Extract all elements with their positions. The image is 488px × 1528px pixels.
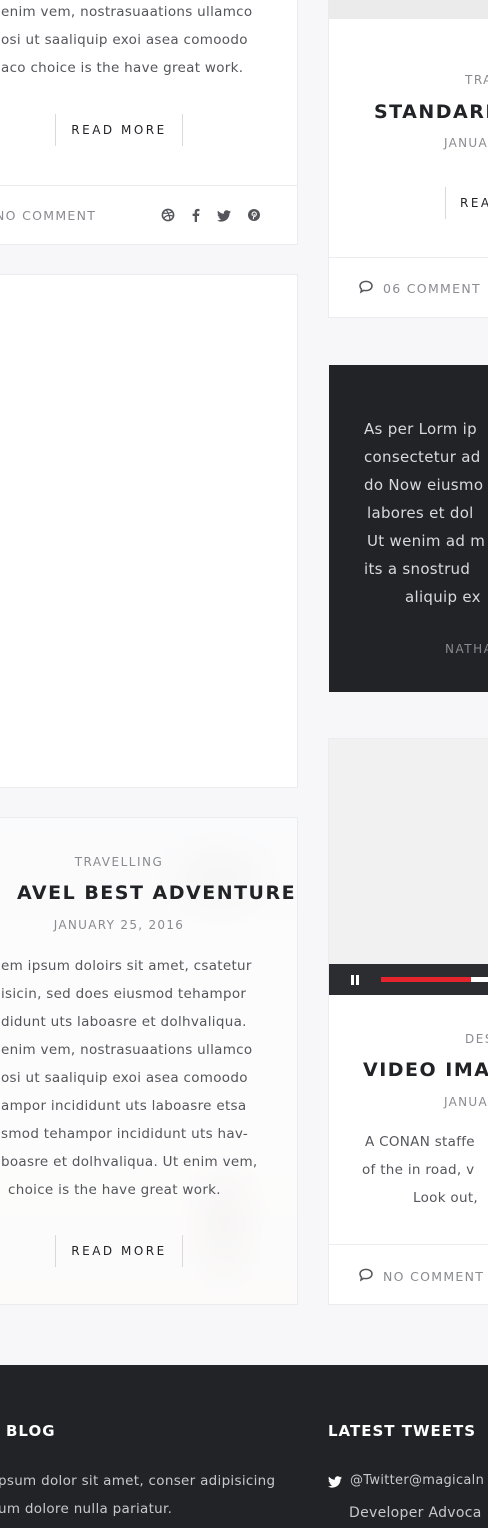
quote-line: consectetur ad — [364, 448, 481, 466]
twitter-icon — [328, 1475, 342, 1488]
footer-tweets-heading: LATEST TWEETS — [328, 1422, 477, 1440]
post-card-standard: TRA STANDARD JANUA REA 06 COMMENT — [328, 0, 488, 318]
read-more-button[interactable]: READ MORE — [55, 114, 183, 146]
post-title[interactable]: STANDARD — [374, 101, 488, 123]
quote-line: do Now eiusmo — [364, 476, 484, 494]
social-share-icons — [161, 207, 261, 223]
post-excerpt-line: ampor incididunt uts laboasre etsa — [1, 1098, 247, 1114]
card-divider — [0, 185, 297, 186]
post-image-strip — [329, 0, 488, 19]
post-excerpt-line: osi ut saaliquip exoi asea comoodo — [1, 32, 248, 48]
post-excerpt-line: smod tehampor incididunt uts hav- — [1, 1126, 249, 1142]
post-category[interactable]: DES — [465, 1032, 488, 1046]
post-card-image-placeholder — [0, 274, 298, 788]
post-excerpt-line: em ipsum doloirs sit amet, csatetur — [1, 958, 252, 974]
card-divider — [329, 257, 488, 258]
post-excerpt-line: boasre et dolhvaliqua. Ut enim vem, — [1, 1154, 258, 1170]
post-excerpt-line: enim vem, nostrasuaations ullamco — [1, 1042, 253, 1058]
post-date: JANUA — [444, 136, 488, 150]
post-excerpt-line: isicin, sed does eiusmod tehampor — [1, 986, 247, 1002]
video-controls — [329, 964, 488, 995]
video-progress-track[interactable] — [381, 977, 488, 982]
post-excerpt-line: aco choice is the have great work. — [1, 60, 244, 76]
post-excerpt-line: enim vem, nostrasuaations ullamco — [1, 4, 253, 20]
facebook-icon[interactable] — [191, 208, 201, 222]
quote-line: aliquip ex — [405, 588, 481, 606]
quote-line: its a snostrud — [364, 560, 471, 578]
footer-blog-heading: BLOG — [6, 1422, 56, 1440]
post-card-video: DES VIDEO IMAG JANUA A CONAN staffe of t… — [328, 738, 488, 1305]
post-excerpt-line: of the in road, v — [362, 1162, 475, 1178]
dribbble-icon[interactable] — [161, 208, 175, 222]
footer: BLOG psum dolor sit amet, conser adipisi… — [0, 1365, 488, 1528]
post-card-top-left: enim vem, nostrasuaations ullamco osi ut… — [0, 0, 298, 245]
comment-icon — [358, 1268, 374, 1282]
post-category[interactable]: TRAVELLING — [0, 855, 239, 869]
video-progress-fill — [381, 977, 471, 982]
post-excerpt-line: choice is the have great work. — [8, 1182, 221, 1198]
post-excerpt-line: A CONAN staffe — [365, 1134, 475, 1150]
comment-count[interactable]: 06 COMMENT — [383, 281, 481, 296]
quote-author: NATHA — [445, 642, 488, 656]
read-more-label: REA — [460, 196, 488, 210]
post-excerpt-line: osi ut saaliquip exoi asea comoodo — [1, 1070, 248, 1086]
pinterest-icon[interactable] — [247, 208, 261, 222]
footer-blog-text: um dolore nulla pariatur. — [0, 1501, 173, 1517]
pause-icon[interactable] — [349, 973, 361, 985]
twitter-icon[interactable] — [217, 209, 231, 222]
comment-count[interactable]: NO COMMENT — [0, 208, 96, 223]
quote-line: Ut wenim ad m — [367, 532, 486, 550]
post-category[interactable]: TRA — [465, 73, 488, 87]
post-title[interactable]: AVEL BEST ADVENTURE — [17, 882, 296, 904]
quote-line: As per Lorm ip — [364, 420, 477, 438]
post-date: JANUARY 25, 2016 — [53, 918, 185, 932]
post-title[interactable]: VIDEO IMAG — [363, 1059, 488, 1081]
card-divider — [329, 1244, 488, 1245]
quote-card: As per Lorm ip consectetur ad do Now eiu… — [329, 365, 488, 692]
post-excerpt-line: didunt uts laboasre et dolhvaliqua. — [1, 1014, 247, 1030]
tweet-handle[interactable]: @Twitter@magicaln — [350, 1473, 484, 1488]
post-card-travel: TRAVELLING AVEL BEST ADVENTURE JANUARY 2… — [0, 817, 298, 1305]
quote-line: labores et dol — [367, 504, 474, 522]
footer-blog-text: psum dolor sit amet, conser adipisicing — [0, 1473, 276, 1489]
read-more-button[interactable]: REA — [445, 187, 488, 219]
post-excerpt-line: Look out, — [413, 1190, 479, 1206]
comment-count[interactable]: NO COMMENT — [383, 1269, 484, 1284]
tweet-text: Developer Advoca — [349, 1505, 482, 1521]
comment-icon — [358, 280, 374, 294]
read-more-button[interactable]: READ MORE — [55, 1235, 183, 1267]
video-player[interactable] — [329, 739, 488, 995]
post-date: JANUA — [444, 1095, 488, 1109]
